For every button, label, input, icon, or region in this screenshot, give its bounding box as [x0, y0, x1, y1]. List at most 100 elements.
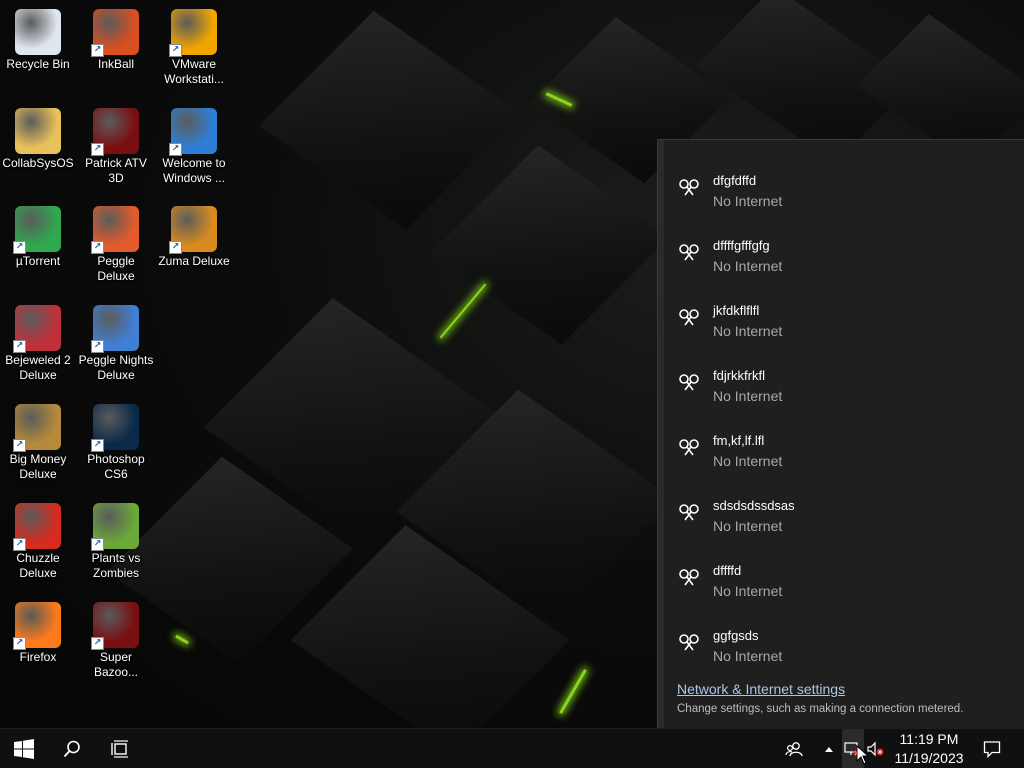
- network-item[interactable]: fm,kf,lf.lfl No Internet: [677, 433, 1007, 483]
- network-name: dffffd: [713, 563, 742, 578]
- network-unavailable-icon: [679, 569, 699, 586]
- desktop-icon[interactable]: ↗ Peggle Nights Deluxe: [78, 305, 154, 383]
- desktop-icon[interactable]: ↗ Firefox: [0, 602, 76, 665]
- shortcut-arrow-icon: ↗: [169, 143, 182, 156]
- network-item[interactable]: dffffd No Internet: [677, 563, 1007, 613]
- desktop-icon[interactable]: Recycle Bin: [0, 9, 76, 72]
- desktop-icon[interactable]: ↗ Plants vs Zombies: [78, 503, 154, 581]
- vmware-icon: ↗: [169, 9, 217, 57]
- desktop-icon[interactable]: ↗ Patrick ATV 3D: [78, 108, 154, 186]
- desktop-icon-label: CollabSysOS: [2, 156, 74, 170]
- desktop-icon-label: Peggle Deluxe: [97, 254, 135, 283]
- plants-vs-zombies-icon: ↗: [91, 503, 139, 551]
- shortcut-arrow-icon: ↗: [91, 637, 104, 650]
- clock-time: 11:19 PM: [899, 731, 959, 747]
- search-button[interactable]: [48, 729, 96, 768]
- network-name: sdsdsdssdsas: [713, 498, 795, 513]
- network-name: fdjrkkfrkfl: [713, 368, 765, 383]
- peggle-icon: ↗: [91, 206, 139, 254]
- notification-icon: [983, 741, 1001, 758]
- network-item[interactable]: dfgfdffd No Internet: [677, 173, 1007, 223]
- shortcut-arrow-icon: ↗: [13, 340, 26, 353]
- recycle-bin-icon: [15, 9, 61, 55]
- shortcut-arrow-icon: ↗: [91, 44, 104, 57]
- flash-icon: ↗: [91, 108, 139, 156]
- network-item[interactable]: ggfgsds No Internet: [677, 628, 1007, 678]
- peggle-nights-icon: ↗: [91, 305, 139, 353]
- desktop-icon[interactable]: ↗ Welcome to Windows ...: [156, 108, 232, 186]
- desktop-icon-label: Big Money Deluxe: [9, 452, 67, 481]
- network-status: No Internet: [713, 453, 783, 469]
- desktop-icon-label: Photoshop CS6: [87, 452, 145, 481]
- clock-date: 11/19/2023: [894, 750, 964, 766]
- shortcut-arrow-icon: ↗: [91, 439, 104, 452]
- inkball-icon: ↗: [91, 9, 139, 57]
- desktop-icon[interactable]: ↗ InkBall: [78, 9, 154, 72]
- windows-orb-icon: ↗: [169, 108, 217, 156]
- network-item[interactable]: dffffgfffgfg No Internet: [677, 238, 1007, 288]
- people-icon: [785, 742, 803, 757]
- network-name: ggfgsds: [713, 628, 759, 643]
- photoshop-icon: ↗: [91, 404, 139, 452]
- network-status: No Internet: [713, 388, 783, 404]
- desktop-icon-label: Patrick ATV 3D: [85, 156, 147, 185]
- desktop-icon[interactable]: ↗ Big Money Deluxe: [0, 404, 76, 482]
- clock[interactable]: 11:19 PM 11/19/2023: [888, 730, 970, 768]
- network-name: jkfdkflflfl: [713, 303, 760, 318]
- desktop-icon-label: Zuma Deluxe: [158, 254, 230, 268]
- action-center-button[interactable]: [978, 729, 1006, 768]
- network-item[interactable]: jkfdkflflfl No Internet: [677, 303, 1007, 353]
- network-name: dfgfdffd: [713, 173, 757, 188]
- network-unavailable-icon: [679, 504, 699, 521]
- desktop-icon-label: InkBall: [97, 57, 135, 71]
- desktop-icon-label: Welcome to Windows ...: [162, 156, 226, 185]
- network-status: No Internet: [713, 193, 783, 209]
- task-view-button[interactable]: [96, 729, 144, 768]
- firefox-icon: ↗: [13, 602, 61, 650]
- folder-icon: [15, 108, 61, 154]
- desktop-icon[interactable]: ↗ Super Bazoo...: [78, 602, 154, 680]
- shortcut-arrow-icon: ↗: [91, 241, 104, 254]
- shortcut-arrow-icon: ↗: [169, 44, 182, 57]
- desktop-icon[interactable]: ↗ Photoshop CS6: [78, 404, 154, 482]
- desktop-icon[interactable]: ↗ VMware Workstati...: [156, 9, 232, 87]
- desktop-icon-label: Bejeweled 2 Deluxe: [5, 353, 71, 382]
- show-hidden-icons-button[interactable]: [818, 729, 840, 768]
- network-settings-description: Change settings, such as making a connec…: [677, 703, 964, 715]
- desktop-icon[interactable]: ↗ Zuma Deluxe: [156, 206, 232, 269]
- network-item[interactable]: fdjrkkfrkfl No Internet: [677, 368, 1007, 418]
- shortcut-arrow-icon: ↗: [169, 241, 182, 254]
- shortcut-arrow-icon: ↗: [91, 340, 104, 353]
- flyout-edge: [658, 140, 664, 728]
- network-status: No Internet: [713, 323, 783, 339]
- shortcut-arrow-icon: ↗: [13, 439, 26, 452]
- network-unavailable-icon: [679, 634, 699, 651]
- chevron-up-icon: [825, 747, 833, 752]
- network-item[interactable]: sdsdsdssdsas No Internet: [677, 498, 1007, 548]
- desktop-icon[interactable]: ↗ µTorrent: [0, 206, 76, 269]
- utorrent-icon: ↗: [13, 206, 61, 254]
- taskbar: 11:19 PM 11/19/2023: [0, 728, 1024, 768]
- start-button[interactable]: [0, 729, 48, 768]
- desktop-icon[interactable]: CollabSysOS: [0, 108, 76, 171]
- shortcut-arrow-icon: ↗: [13, 637, 26, 650]
- bejeweled-icon: ↗: [13, 305, 61, 353]
- network-unavailable-icon: [679, 309, 699, 326]
- desktop-icon[interactable]: ↗ Peggle Deluxe: [78, 206, 154, 284]
- network-flyout: dfgfdffd No Internet dffffgfffgfg No Intern…: [657, 139, 1024, 728]
- desktop-icon-label: Firefox: [19, 650, 57, 664]
- network-name: fm,kf,lf.lfl: [713, 433, 765, 448]
- task-view-icon: [111, 740, 128, 758]
- network-internet-settings-link[interactable]: Network & Internet settings: [677, 681, 845, 697]
- network-status: No Internet: [713, 258, 783, 274]
- desktop-icon[interactable]: ↗ Bejeweled 2 Deluxe: [0, 305, 76, 383]
- money-bag-icon: ↗: [13, 404, 61, 452]
- desktop-icon[interactable]: ↗ Chuzzle Deluxe: [0, 503, 76, 581]
- shortcut-arrow-icon: ↗: [91, 538, 104, 551]
- desktop-icon-label: µTorrent: [15, 254, 61, 268]
- shortcut-arrow-icon: ↗: [13, 538, 26, 551]
- people-button[interactable]: [782, 729, 806, 768]
- network-unavailable-icon: [679, 244, 699, 261]
- mouse-cursor-icon: [856, 745, 870, 765]
- network-name: dffffgfffgfg: [713, 238, 770, 253]
